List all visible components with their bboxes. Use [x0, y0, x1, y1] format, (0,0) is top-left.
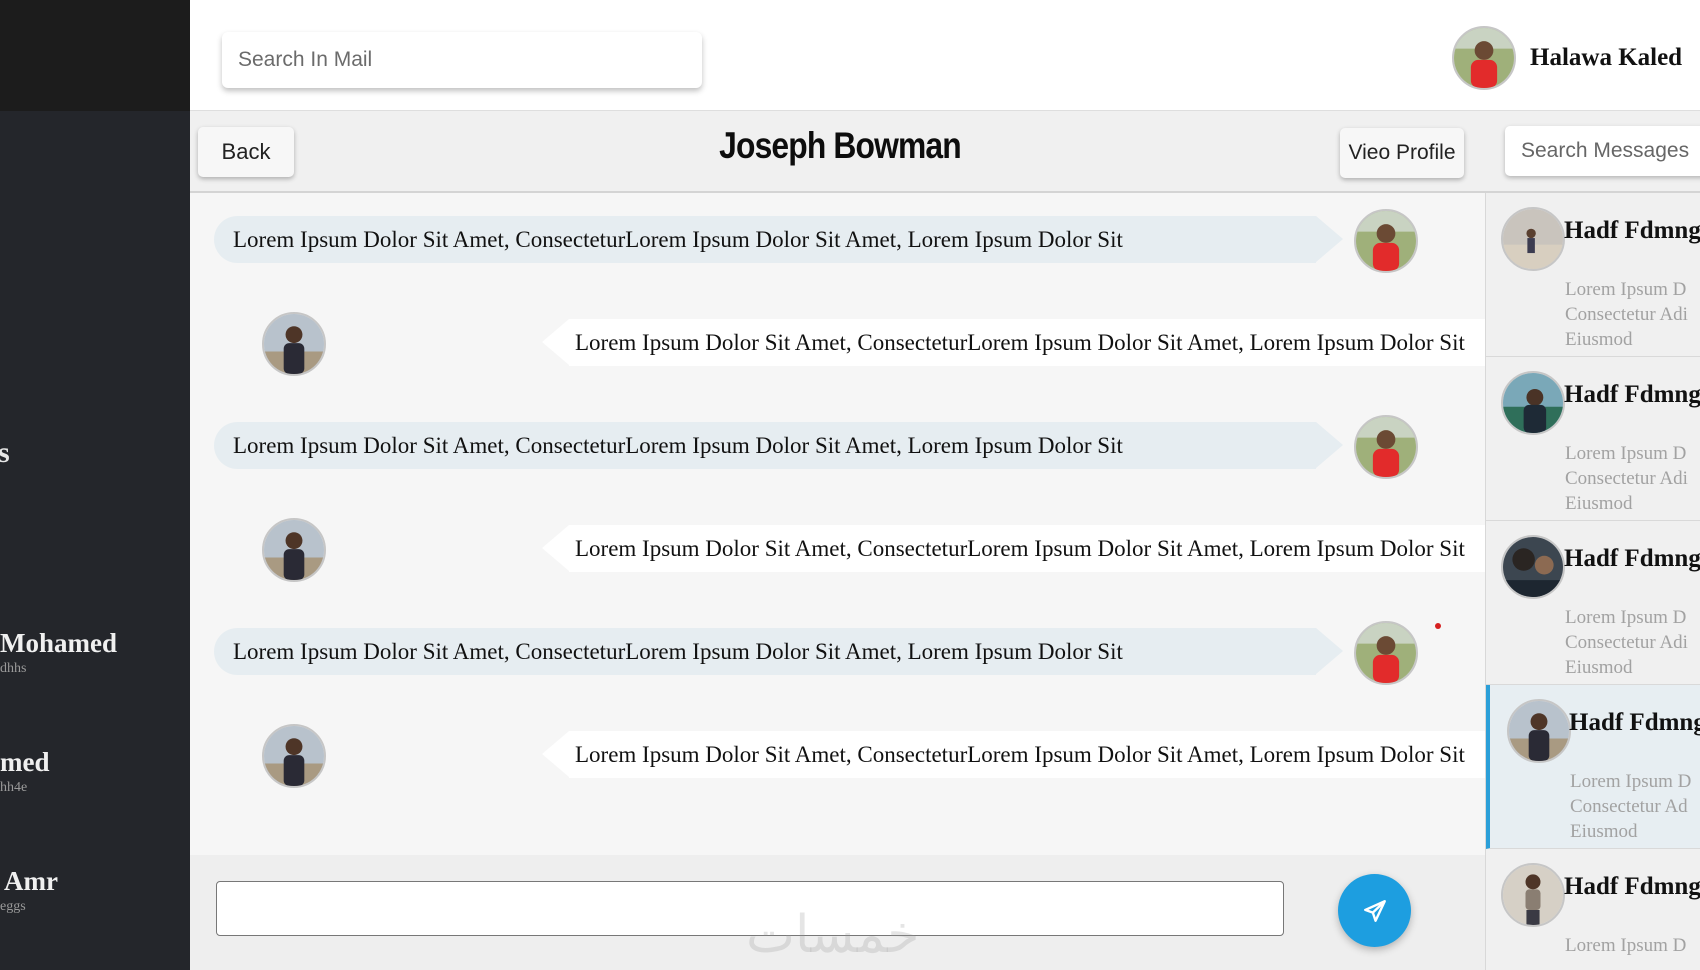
conversation-avatar [1501, 207, 1565, 271]
conversation-avatar [1501, 863, 1565, 927]
message-thread: Lorem Ipsum Dolor Sit Amet, ConsecteturL… [190, 193, 1485, 855]
conversation-list: Hadf Fdmng Lorem Ipsum D Consectetur Adi E… [1485, 193, 1700, 970]
contact-avatar[interactable] [262, 724, 326, 788]
user-profile[interactable]: Halawa Kaled [1452, 26, 1683, 90]
chat-header: Back Joseph Bowman Vieo Profile [190, 111, 1485, 193]
user-avatar[interactable] [1452, 26, 1516, 90]
conversation-avatar [1501, 535, 1565, 599]
message-bubble: Lorem Ipsum Dolor Sit Amet, ConsecteturL… [542, 319, 1485, 366]
message-bubble: Lorem Ipsum Dolor Sit Amet, ConsecteturL… [214, 628, 1343, 675]
chat-title: Joseph Bowman [719, 125, 962, 166]
conversation-name: Hadf Fdmng [1564, 217, 1700, 244]
top-bar: Halawa Kaled [190, 0, 1700, 111]
conversation-avatar [1501, 371, 1565, 435]
avatar-photo-icon [1454, 28, 1514, 88]
unread-dot [1435, 623, 1441, 629]
conversation-item[interactable]: Hadf Fdmng Lorem Ipsum D Consectetur Adi E… [1486, 193, 1700, 357]
avatar-photo-icon [264, 314, 324, 374]
conversation-snippet: Lorem Ipsum D Consectetur Ad Eiusmod [1570, 771, 1692, 842]
avatar-photo-icon [1356, 417, 1416, 477]
back-button[interactable]: Back [198, 127, 294, 177]
avatar-photo-icon [1509, 701, 1569, 761]
conversation-item-active[interactable]: Hadf Fdmng Lorem Ipsum D Consectetur Ad Ei… [1486, 685, 1700, 849]
message-bubble: Lorem Ipsum Dolor Sit Amet, ConsecteturL… [542, 731, 1485, 778]
avatar-photo-icon [1503, 373, 1563, 433]
conversation-item[interactable]: Hadf Fdmng Lorem Ipsum D Consectetur Adi E… [1486, 521, 1700, 685]
avatar-photo-icon [264, 726, 324, 786]
search-messages-input[interactable] [1505, 126, 1700, 176]
avatar-photo-icon [264, 520, 324, 580]
conversation-snippet: Lorem Ipsum D Consectetur Adi Eiusmod [1565, 443, 1688, 514]
avatar-photo-icon [1503, 209, 1563, 269]
avatar-photo-icon [1503, 865, 1563, 925]
sidebar-contact-name: Mohamed [0, 628, 117, 658]
sender-avatar[interactable] [1354, 209, 1418, 273]
conversation-name: Hadf Fdmng [1564, 545, 1700, 572]
message-bubble: Lorem Ipsum Dolor Sit Amet, ConsecteturL… [542, 525, 1485, 572]
message-sent: Lorem Ipsum Dolor Sit Amet, ConsecteturL… [190, 605, 1485, 695]
sender-avatar[interactable] [1354, 621, 1418, 685]
sidebar-contact[interactable]: med hh4e [0, 747, 50, 796]
message-received: Lorem Ipsum Dolor Sit Amet, ConsecteturL… [190, 502, 1485, 592]
search-mail-input[interactable] [222, 32, 702, 88]
avatar-photo-icon [1503, 537, 1563, 597]
watermark: خمسات [746, 905, 920, 965]
view-profile-button[interactable]: Vieo Profile [1340, 128, 1464, 178]
message-sent: Lorem Ipsum Dolor Sit Amet, ConsecteturL… [190, 193, 1485, 283]
message-bubble: Lorem Ipsum Dolor Sit Amet, ConsecteturL… [214, 216, 1343, 263]
message-sent: Lorem Ipsum Dolor Sit Amet, ConsecteturL… [190, 399, 1485, 489]
conversation-snippet: Lorem Ipsum D Consectetur Adi Eiusmod [1565, 607, 1688, 678]
message-bubble: Lorem Ipsum Dolor Sit Amet, ConsecteturL… [214, 422, 1343, 469]
sidebar-contact[interactable]: Mohamed dhhs [0, 628, 117, 677]
contact-avatar[interactable] [262, 312, 326, 376]
contact-avatar[interactable] [262, 518, 326, 582]
sidebar-contact[interactable]: Amr eggs [0, 866, 58, 915]
conversation-snippet: Lorem Ipsum D [1565, 935, 1687, 956]
avatar-photo-icon [1356, 623, 1416, 683]
conversation-name: Hadf Fdmng [1569, 709, 1700, 736]
sidebar-contact-sub: hh4e [0, 780, 28, 795]
conversation-name: Hadf Fdmng [1564, 381, 1700, 408]
conversation-name: Hadf Fdmng [1564, 873, 1700, 900]
conversation-snippet: Lorem Ipsum D Consectetur Adi Eiusmod [1565, 279, 1688, 350]
sidebar-section-heading: s [0, 436, 10, 469]
paper-plane-icon [1363, 899, 1386, 922]
sender-avatar[interactable] [1354, 415, 1418, 479]
left-sidebar: s Mohamed dhhs med hh4e Amr eggs [0, 0, 190, 970]
sidebar-contact-name: Amr [4, 866, 58, 896]
search-messages-bar [1485, 111, 1700, 193]
conversation-avatar [1507, 699, 1571, 763]
avatar-photo-icon [1356, 211, 1416, 271]
sidebar-header [0, 0, 190, 111]
user-name: Halawa Kaled [1530, 44, 1683, 71]
compose-area: خمسات [190, 855, 1485, 970]
sidebar-contact-sub: dhhs [0, 661, 27, 676]
sidebar-contact-sub: eggs [0, 899, 26, 914]
send-button[interactable] [1338, 874, 1411, 947]
conversation-item[interactable]: Hadf Fdmng Lorem Ipsum D Consectetur Adi E… [1486, 357, 1700, 521]
message-received: Lorem Ipsum Dolor Sit Amet, ConsecteturL… [190, 708, 1485, 798]
conversation-item[interactable]: Hadf Fdmng Lorem Ipsum D [1486, 849, 1700, 970]
sidebar-contact-name: med [0, 747, 50, 777]
message-received: Lorem Ipsum Dolor Sit Amet, ConsecteturL… [190, 296, 1485, 386]
